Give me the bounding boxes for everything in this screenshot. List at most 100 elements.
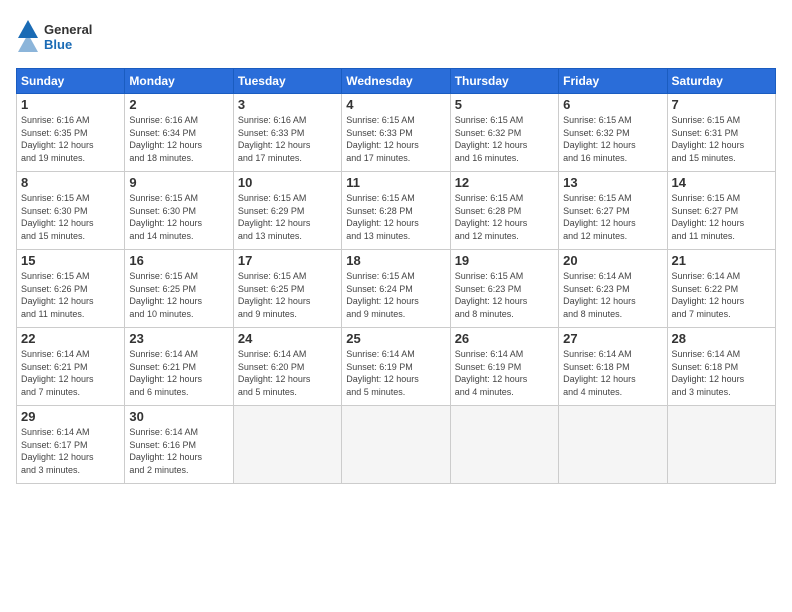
weekday-header-thursday: Thursday [450,69,558,94]
day-number: 1 [21,97,120,112]
day-info: Sunrise: 6:15 AM Sunset: 6:33 PM Dayligh… [346,114,445,164]
day-info: Sunrise: 6:15 AM Sunset: 6:28 PM Dayligh… [455,192,554,242]
day-info: Sunrise: 6:16 AM Sunset: 6:33 PM Dayligh… [238,114,337,164]
day-number: 4 [346,97,445,112]
day-number: 28 [672,331,771,346]
day-number: 6 [563,97,662,112]
calendar-cell: 24 Sunrise: 6:14 AM Sunset: 6:20 PM Dayli… [233,328,341,406]
day-number: 27 [563,331,662,346]
calendar-cell [667,406,775,484]
calendar-row-2: 8Sunrise: 6:15 AM Sunset: 6:30 PM Daylig… [17,172,776,250]
day-info: Sunrise: 6:14 AM Sunset: 6:23 PM Dayligh… [563,270,662,320]
calendar-cell: 11Sunrise: 6:15 AM Sunset: 6:28 PM Dayli… [342,172,450,250]
day-info: Sunrise: 6:15 AM Sunset: 6:26 PM Dayligh… [21,270,120,320]
calendar-row-4: 22 Sunrise: 6:14 AM Sunset: 6:21 PM Dayli… [17,328,776,406]
day-info: Sunrise: 6:15 AM Sunset: 6:32 PM Dayligh… [563,114,662,164]
day-info: Sunrise: 6:15 AM Sunset: 6:27 PM Dayligh… [672,192,771,242]
day-info: Sunrise: 6:14 AM Sunset: 6:19 PM Dayligh… [455,348,554,398]
day-info: Sunrise: 6:15 AM Sunset: 6:27 PM Dayligh… [563,192,662,242]
day-info: Sunrise: 6:14 AM Sunset: 6:22 PM Dayligh… [672,270,771,320]
calendar-cell: 1 Sunrise: 6:16 AM Sunset: 6:35 PM Daylig… [17,94,125,172]
day-number: 19 [455,253,554,268]
day-info: Sunrise: 6:15 AM Sunset: 6:30 PM Dayligh… [21,192,120,242]
calendar-cell: 27Sunrise: 6:14 AM Sunset: 6:18 PM Dayli… [559,328,667,406]
weekday-header-row: SundayMondayTuesdayWednesdayThursdayFrid… [17,69,776,94]
day-info: Sunrise: 6:14 AM Sunset: 6:21 PM Dayligh… [129,348,228,398]
day-info: Sunrise: 6:14 AM Sunset: 6:16 PM Dayligh… [129,426,228,476]
calendar-body: 1 Sunrise: 6:16 AM Sunset: 6:35 PM Daylig… [17,94,776,484]
day-number: 18 [346,253,445,268]
day-info: Sunrise: 6:15 AM Sunset: 6:25 PM Dayligh… [129,270,228,320]
calendar-cell: 23 Sunrise: 6:14 AM Sunset: 6:21 PM Dayli… [125,328,233,406]
day-info: Sunrise: 6:14 AM Sunset: 6:20 PM Dayligh… [238,348,337,398]
calendar-cell [233,406,341,484]
svg-text:Blue: Blue [44,37,72,52]
calendar-cell: 3 Sunrise: 6:16 AM Sunset: 6:33 PM Daylig… [233,94,341,172]
calendar-cell: 2 Sunrise: 6:16 AM Sunset: 6:34 PM Daylig… [125,94,233,172]
day-number: 9 [129,175,228,190]
calendar-cell: 18Sunrise: 6:15 AM Sunset: 6:24 PM Dayli… [342,250,450,328]
logo: General Blue [16,16,106,60]
day-number: 20 [563,253,662,268]
day-info: Sunrise: 6:16 AM Sunset: 6:35 PM Dayligh… [21,114,120,164]
day-info: Sunrise: 6:15 AM Sunset: 6:23 PM Dayligh… [455,270,554,320]
day-number: 26 [455,331,554,346]
day-info: Sunrise: 6:15 AM Sunset: 6:28 PM Dayligh… [346,192,445,242]
day-info: Sunrise: 6:15 AM Sunset: 6:30 PM Dayligh… [129,192,228,242]
day-info: Sunrise: 6:15 AM Sunset: 6:29 PM Dayligh… [238,192,337,242]
day-info: Sunrise: 6:15 AM Sunset: 6:32 PM Dayligh… [455,114,554,164]
day-number: 23 [129,331,228,346]
calendar-cell: 8Sunrise: 6:15 AM Sunset: 6:30 PM Daylig… [17,172,125,250]
calendar-cell: 10 Sunrise: 6:15 AM Sunset: 6:29 PM Dayli… [233,172,341,250]
day-number: 15 [21,253,120,268]
logo-svg: General Blue [16,16,106,60]
day-info: Sunrise: 6:14 AM Sunset: 6:19 PM Dayligh… [346,348,445,398]
calendar-cell: 25 Sunrise: 6:14 AM Sunset: 6:19 PM Dayli… [342,328,450,406]
day-number: 25 [346,331,445,346]
calendar-cell: 22 Sunrise: 6:14 AM Sunset: 6:21 PM Dayli… [17,328,125,406]
calendar-cell: 17 Sunrise: 6:15 AM Sunset: 6:25 PM Dayli… [233,250,341,328]
svg-text:General: General [44,22,92,37]
calendar-table: SundayMondayTuesdayWednesdayThursdayFrid… [16,68,776,484]
day-number: 17 [238,253,337,268]
weekday-header-friday: Friday [559,69,667,94]
calendar-cell: 20 Sunrise: 6:14 AM Sunset: 6:23 PM Dayli… [559,250,667,328]
day-number: 21 [672,253,771,268]
day-number: 30 [129,409,228,424]
day-number: 29 [21,409,120,424]
weekday-header-tuesday: Tuesday [233,69,341,94]
day-number: 24 [238,331,337,346]
calendar-cell: 5 Sunrise: 6:15 AM Sunset: 6:32 PM Daylig… [450,94,558,172]
calendar-cell: 7Sunrise: 6:15 AM Sunset: 6:31 PM Daylig… [667,94,775,172]
header: General Blue [16,16,776,60]
calendar-cell: 19 Sunrise: 6:15 AM Sunset: 6:23 PM Dayli… [450,250,558,328]
day-info: Sunrise: 6:16 AM Sunset: 6:34 PM Dayligh… [129,114,228,164]
calendar-cell: 26 Sunrise: 6:14 AM Sunset: 6:19 PM Dayli… [450,328,558,406]
calendar-row-5: 29 Sunrise: 6:14 AM Sunset: 6:17 PM Dayli… [17,406,776,484]
day-number: 2 [129,97,228,112]
day-number: 22 [21,331,120,346]
calendar-cell [450,406,558,484]
day-number: 10 [238,175,337,190]
day-number: 14 [672,175,771,190]
calendar-cell: 6 Sunrise: 6:15 AM Sunset: 6:32 PM Daylig… [559,94,667,172]
day-info: Sunrise: 6:15 AM Sunset: 6:25 PM Dayligh… [238,270,337,320]
calendar-cell: 14 Sunrise: 6:15 AM Sunset: 6:27 PM Dayli… [667,172,775,250]
weekday-header-saturday: Saturday [667,69,775,94]
calendar-row-1: 1 Sunrise: 6:16 AM Sunset: 6:35 PM Daylig… [17,94,776,172]
day-number: 3 [238,97,337,112]
weekday-header-monday: Monday [125,69,233,94]
calendar-cell: 29 Sunrise: 6:14 AM Sunset: 6:17 PM Dayli… [17,406,125,484]
calendar-cell: 21 Sunrise: 6:14 AM Sunset: 6:22 PM Dayli… [667,250,775,328]
calendar-cell: 28 Sunrise: 6:14 AM Sunset: 6:18 PM Dayli… [667,328,775,406]
calendar-cell: 9 Sunrise: 6:15 AM Sunset: 6:30 PM Daylig… [125,172,233,250]
day-info: Sunrise: 6:14 AM Sunset: 6:18 PM Dayligh… [672,348,771,398]
day-number: 5 [455,97,554,112]
day-info: Sunrise: 6:14 AM Sunset: 6:17 PM Dayligh… [21,426,120,476]
calendar-cell: 4 Sunrise: 6:15 AM Sunset: 6:33 PM Daylig… [342,94,450,172]
day-info: Sunrise: 6:14 AM Sunset: 6:21 PM Dayligh… [21,348,120,398]
calendar-cell [342,406,450,484]
calendar-cell [559,406,667,484]
calendar-cell: 16Sunrise: 6:15 AM Sunset: 6:25 PM Dayli… [125,250,233,328]
calendar-cell: 30 Sunrise: 6:14 AM Sunset: 6:16 PM Dayli… [125,406,233,484]
